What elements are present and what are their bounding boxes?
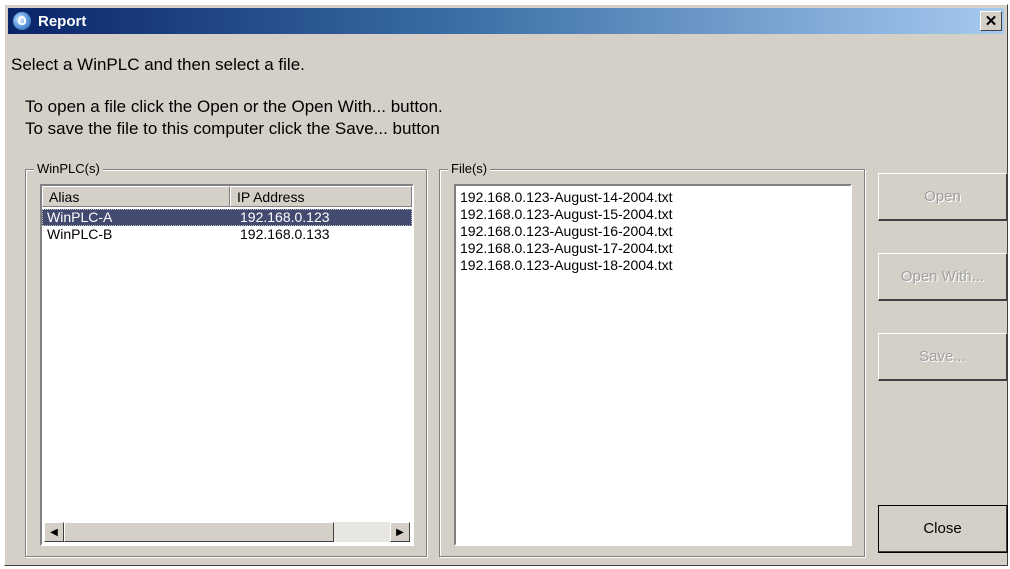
column-header-alias[interactable]: Alias bbox=[42, 186, 230, 207]
close-button[interactable]: Close bbox=[878, 505, 1008, 553]
open-button[interactable]: Open bbox=[878, 173, 1008, 221]
instruction-line-2: To open a file click the Open or the Ope… bbox=[25, 97, 443, 116]
column-header-ip-address[interactable]: IP Address bbox=[230, 186, 412, 207]
instruction-line-1: Select a WinPLC and then select a file. bbox=[11, 55, 305, 74]
files-group: File(s) 192.168.0.123-August-14-2004.txt… bbox=[439, 161, 865, 557]
files-listbox[interactable]: 192.168.0.123-August-14-2004.txt 192.168… bbox=[454, 184, 852, 546]
file-list-item[interactable]: 192.168.0.123-August-17-2004.txt bbox=[460, 240, 673, 256]
scroll-right-arrow-icon[interactable]: ▶ bbox=[390, 522, 410, 542]
save-button[interactable]: Save... bbox=[878, 333, 1008, 381]
winplc-alias: WinPLC-B bbox=[47, 226, 113, 242]
file-list-item[interactable]: 192.168.0.123-August-15-2004.txt bbox=[460, 206, 673, 222]
scroll-left-arrow-icon[interactable]: ◀ bbox=[44, 522, 64, 542]
winplc-row[interactable]: WinPLC-A 192.168.0.123 bbox=[42, 209, 412, 226]
open-with-button[interactable]: Open With... bbox=[878, 253, 1008, 301]
winplc-list-header: Alias IP Address bbox=[42, 186, 412, 207]
window-title: Report bbox=[38, 12, 87, 30]
report-window: Report ✕ Select a WinPLC and then select… bbox=[4, 4, 1008, 566]
files-group-label: File(s) bbox=[448, 161, 491, 176]
instruction-line-3: To save the file to this computer click … bbox=[25, 119, 440, 138]
winplc-ip: 192.168.0.133 bbox=[240, 226, 330, 242]
title-bar[interactable]: Report ✕ bbox=[8, 8, 1004, 34]
scrollbar-thumb[interactable] bbox=[64, 522, 334, 542]
file-list-item[interactable]: 192.168.0.123-August-14-2004.txt bbox=[460, 189, 673, 205]
winplc-alias: WinPLC-A bbox=[47, 209, 113, 225]
winplc-group: WinPLC(s) Alias IP Address WinPLC-A 192.… bbox=[25, 161, 427, 557]
file-list-item[interactable]: 192.168.0.123-August-16-2004.txt bbox=[460, 223, 673, 239]
report-app-icon bbox=[12, 11, 32, 31]
winplc-group-label: WinPLC(s) bbox=[34, 161, 103, 176]
close-icon[interactable]: ✕ bbox=[980, 11, 1002, 31]
winplc-listview[interactable]: Alias IP Address WinPLC-A 192.168.0.123 … bbox=[40, 184, 414, 546]
winplc-row[interactable]: WinPLC-B 192.168.0.133 bbox=[42, 226, 412, 243]
scrollbar-track[interactable] bbox=[334, 522, 390, 542]
file-list-item[interactable]: 192.168.0.123-August-18-2004.txt bbox=[460, 257, 673, 273]
winplc-ip: 192.168.0.123 bbox=[240, 209, 330, 225]
horizontal-scrollbar[interactable]: ◀ ▶ bbox=[44, 522, 410, 542]
